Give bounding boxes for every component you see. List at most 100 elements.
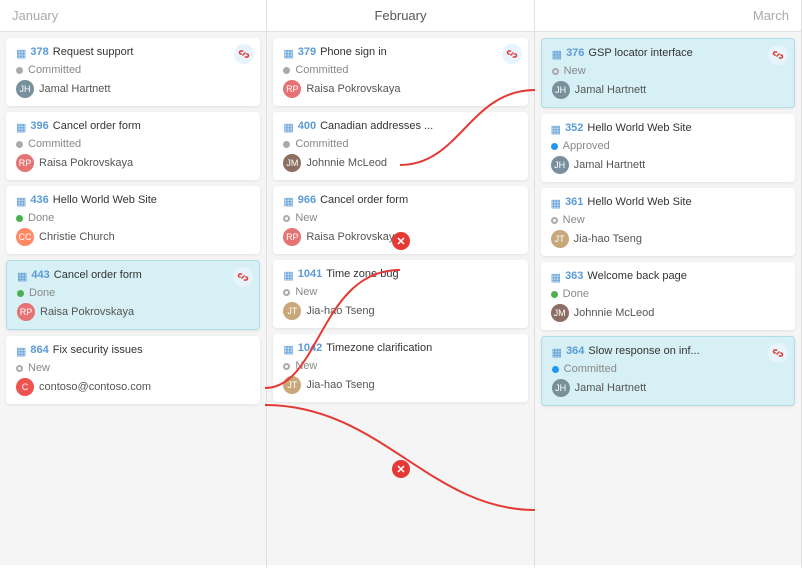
card-436[interactable]: ▦436Hello World Web SiteDoneCCChristie C… [6,186,260,254]
card-status-row-363: Done [551,288,785,300]
status-text: Committed [295,64,348,76]
assignee-name: Jamal Hartnett [574,159,646,171]
card-title-row-1041: ▦1041Time zone bug [283,268,517,282]
card-title: Hello World Web Site [53,194,157,206]
dependency-link-icon[interactable] [233,267,253,287]
column-february: February▦379Phone sign inCommittedRPRais… [267,0,534,568]
avatar: RP [17,303,35,321]
assignee-name: Raisa Pokrovskaya [306,83,400,95]
column-header-march: March [535,0,801,32]
status-dot [552,366,559,373]
avatar: JT [551,230,569,248]
status-text: New [563,214,585,226]
status-dot [16,141,23,148]
status-text: Committed [564,363,617,375]
dependency-link-icon[interactable] [768,343,788,363]
card-assignee-row-864: Ccontoso@contoso.com [16,378,250,396]
card-status-row-966: New [283,212,517,224]
card-1042[interactable]: ▦1042Timezone clarificationNewJTJia-hao … [273,334,527,402]
card-364[interactable]: ▦364Slow response on inf... Committed JH Ja… [541,336,795,406]
card-title-row-352: ▦352Hello World Web Site [551,122,785,136]
work-item-icon: ▦ [552,48,562,61]
status-text: New [295,286,317,298]
card-title-row-1042: ▦1042Timezone clarification [283,342,517,356]
card-1041[interactable]: ▦1041Time zone bugNewJTJia-hao Tseng [273,260,527,328]
assignee-name: Jamal Hartnett [575,382,647,394]
card-title-row-364: ▦364Slow response on inf... [552,345,784,359]
card-status-row-396: Committed [16,138,250,150]
work-item-icon: ▦ [551,197,561,210]
card-864[interactable]: ▦864Fix security issues New Ccontoso@conto… [6,336,260,404]
card-361[interactable]: ▦361Hello World Web SiteNewJTJia-hao Tse… [541,188,795,256]
card-title-row-864: ▦864Fix security issues [16,344,250,358]
avatar: JH [552,379,570,397]
status-text: Done [563,288,589,300]
status-dot [552,68,559,75]
card-400[interactable]: ▦400Canadian addresses ...CommittedJMJoh… [273,112,527,180]
work-item-icon: ▦ [16,345,26,358]
status-text: New [295,212,317,224]
dependency-link-icon[interactable] [234,44,254,64]
card-title-row-400: ▦400Canadian addresses ... [283,120,517,134]
work-item-icon: ▦ [551,271,561,284]
avatar: JT [283,302,301,320]
card-title-row-363: ▦ 363 Welcome back page [551,270,785,284]
card-status-row-379: Committed [283,64,517,76]
card-status-row-352: Approved [551,140,785,152]
avatar: JM [283,154,301,172]
card-id: 396 [30,120,48,132]
column-march: March▦376GSP locator interfaceNewJHJamal… [535,0,802,568]
card-id: 378 [30,46,48,58]
card-363[interactable]: ▦363Welcome back pageDoneJMJohnnie McLeo… [541,262,795,330]
card-title: Canadian addresses ... [320,120,433,132]
card-title: Cancel order form [320,194,408,206]
card-assignee-row-376: JHJamal Hartnett [552,81,784,99]
work-item-icon: ▦ [17,270,27,283]
card-352[interactable]: ▦352Hello World Web SiteApprovedJHJamal … [541,114,795,182]
card-379[interactable]: ▦379Phone sign inCommittedRPRaisa Pokrov… [273,38,527,106]
column-body-february: ▦379Phone sign inCommittedRPRaisa Pokrov… [267,32,533,565]
assignee-name: Johnnie McLeod [574,307,655,319]
card-id: 1041 [298,268,322,280]
status-dot [283,141,290,148]
card-status-row-1041: New [283,286,517,298]
work-item-icon: ▦ [552,346,562,359]
work-item-icon: ▦ [283,121,293,134]
card-status-row-364: Committed [552,363,784,375]
card-title-row-436: ▦436Hello World Web Site [16,194,250,208]
dependency-link-icon[interactable] [502,44,522,64]
column-header-january: January [0,0,266,32]
assignee-name: Christie Church [39,231,115,243]
status-dot [16,67,23,74]
dependency-link-icon[interactable] [768,45,788,65]
status-dot [283,67,290,74]
card-assignee-row-396: RPRaisa Pokrovskaya [16,154,250,172]
card-status-row-376: New [552,65,784,77]
assignee-name: Jamal Hartnett [39,83,111,95]
card-status-row-1042: New [283,360,517,372]
status-text: New [28,362,50,374]
card-status-row-378: Committed [16,64,250,76]
card-443[interactable]: ▦443Cancel order formDoneRPRaisa Pokrovs… [6,260,260,330]
assignee-name: Raisa Pokrovskaya [306,231,400,243]
card-id: 376 [566,47,584,59]
card-376[interactable]: ▦376GSP locator interfaceNewJHJamal Hart… [541,38,795,108]
card-id: 363 [565,270,583,282]
work-item-icon: ▦ [283,343,293,356]
card-title-row-376: ▦376GSP locator interface [552,47,784,61]
card-title: Welcome back page [587,270,686,282]
assignee-name: Jia-hao Tseng [306,379,374,391]
card-396[interactable]: ▦396Cancel order formCommittedRPRaisa Po… [6,112,260,180]
dependency-close-2[interactable]: ✕ [392,460,410,478]
status-dot [16,365,23,372]
status-text: Committed [295,138,348,150]
dependency-close-1[interactable]: ✕ [392,232,410,250]
avatar: C [16,378,34,396]
work-item-icon: ▦ [16,195,26,208]
card-378[interactable]: ▦378Request supportCommittedJHJamal Hart… [6,38,260,106]
avatar: RP [283,80,301,98]
card-id: 361 [565,196,583,208]
work-item-icon: ▦ [551,123,561,136]
work-item-icon: ▦ [283,195,293,208]
card-assignee-row-361: JTJia-hao Tseng [551,230,785,248]
